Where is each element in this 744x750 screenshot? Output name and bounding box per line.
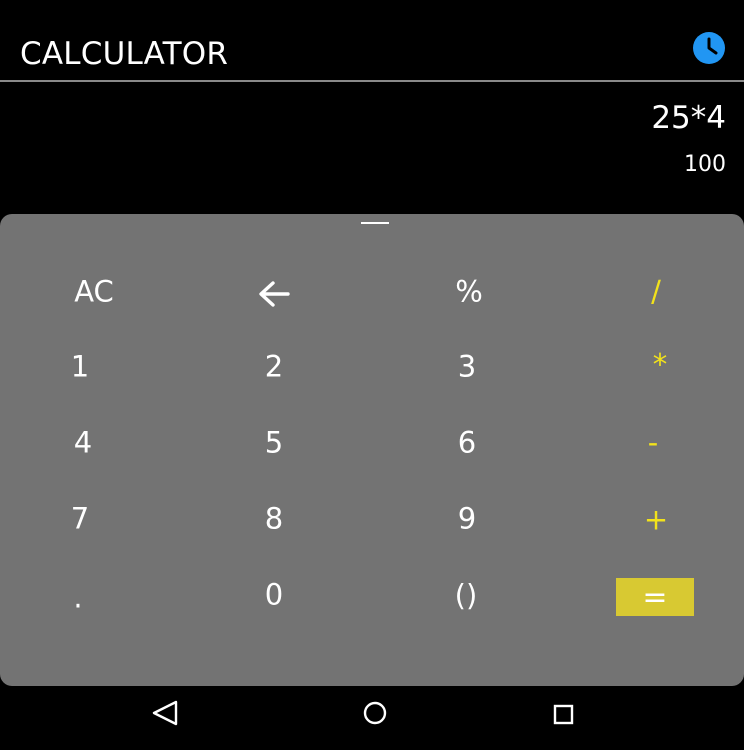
key-8[interactable]: 8 bbox=[265, 504, 283, 534]
history-button[interactable] bbox=[693, 32, 725, 64]
drag-handle[interactable] bbox=[361, 222, 389, 224]
clock-icon bbox=[693, 32, 725, 64]
key-divide[interactable]: / bbox=[651, 277, 661, 307]
arrow-left-icon bbox=[259, 281, 290, 307]
key-minus[interactable]: - bbox=[648, 428, 658, 458]
back-button[interactable] bbox=[151, 700, 179, 730]
key-multiply[interactable]: * bbox=[653, 350, 668, 380]
result-display: 100 bbox=[684, 152, 726, 177]
key-6[interactable]: 6 bbox=[458, 428, 476, 458]
key-9[interactable]: 9 bbox=[458, 504, 476, 534]
key-equals[interactable]: = bbox=[616, 578, 694, 616]
expression-display: 25*4 bbox=[651, 100, 726, 136]
recents-square-icon bbox=[553, 704, 574, 725]
key-percent[interactable]: % bbox=[455, 277, 483, 307]
key-parens[interactable]: () bbox=[455, 581, 478, 611]
key-0[interactable]: 0 bbox=[265, 580, 283, 610]
key-4[interactable]: 4 bbox=[74, 428, 92, 458]
key-1[interactable]: 1 bbox=[71, 352, 89, 382]
key-3[interactable]: 3 bbox=[458, 352, 476, 382]
key-2[interactable]: 2 bbox=[265, 352, 283, 382]
app-bar: CALCULATOR bbox=[0, 0, 744, 82]
key-5[interactable]: 5 bbox=[265, 428, 283, 458]
home-button[interactable] bbox=[363, 701, 387, 729]
key-7[interactable]: 7 bbox=[71, 504, 89, 534]
keypad-panel: AC % / 1 2 3 * 4 5 6 - 7 8 9 + . 0 () = bbox=[0, 214, 744, 686]
key-plus[interactable]: + bbox=[644, 505, 668, 535]
key-dot[interactable]: . bbox=[73, 583, 82, 613]
app-title: CALCULATOR bbox=[20, 36, 229, 72]
system-nav-bar bbox=[0, 686, 744, 750]
home-circle-icon bbox=[363, 701, 387, 725]
calculator-app: CALCULATOR 25*4 100 AC % / 1 2 3 * 4 5 6… bbox=[0, 0, 744, 750]
key-backspace[interactable] bbox=[257, 279, 291, 309]
recents-button[interactable] bbox=[553, 704, 575, 730]
back-triangle-icon bbox=[152, 700, 178, 726]
key-ac[interactable]: AC bbox=[74, 277, 114, 307]
